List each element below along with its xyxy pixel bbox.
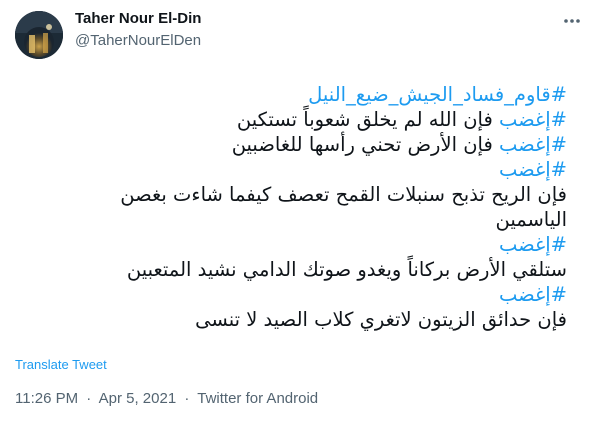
tweet-line: #قاوم_فساد_الجيش_ضيع_النيل: [22, 82, 567, 107]
hashtag-link[interactable]: #إغضب: [499, 283, 567, 306]
avatar[interactable]: [15, 11, 63, 59]
hashtag-link[interactable]: #إغضب: [499, 133, 567, 156]
hashtag-link[interactable]: #قاوم_فساد_الجيش_ضيع_النيل: [308, 83, 567, 106]
tweet-line-text: فإن الأرض تحني رأسها للغاضبين: [231, 133, 499, 156]
tweet-line-text: فإن الريح تذبح سنبلات القمح تعصف كيفما ش…: [120, 183, 567, 206]
tweet-line: فإن حدائق الزيتون لاتغري كلاب الصيد لا ت…: [22, 307, 567, 332]
hashtag-link[interactable]: #إغضب: [499, 108, 567, 131]
translate-tweet-link[interactable]: Translate Tweet: [15, 357, 107, 372]
tweet-line: ستلقي الأرض بركاناً ويغدو صوتك الدامي نش…: [22, 257, 567, 282]
meta-separator: ·: [184, 390, 190, 407]
meta-separator: ·: [86, 390, 92, 407]
tweet-line: #إغضب فإن الأرض تحني رأسها للغاضبين: [22, 132, 567, 157]
tweet-text: #قاوم_فساد_الجيش_ضيع_النيل #إغضب فإن الل…: [22, 82, 567, 332]
tweet-line-text: الياسمين: [495, 208, 567, 231]
tweet-line: فإن الريح تذبح سنبلات القمح تعصف كيفما ش…: [22, 182, 567, 207]
tweet-card: Taher Nour El-Din @TaherNourElDen #قاوم_…: [0, 0, 591, 421]
author-name[interactable]: Taher Nour El-Din: [75, 10, 201, 27]
tweet-line-text: ستلقي الأرض بركاناً ويغدو صوتك الدامي نش…: [126, 258, 567, 281]
tweet-line-text: فإن حدائق الزيتون لاتغري كلاب الصيد لا ت…: [195, 308, 567, 331]
avatar-photo-icon: [15, 11, 63, 59]
tweet-line: #إغضب: [22, 157, 567, 182]
hashtag-link[interactable]: #إغضب: [499, 233, 567, 256]
tweet-line: #إغضب: [22, 232, 567, 257]
tweet-meta: 11:26 PM · Apr 5, 2021 · Twitter for And…: [15, 390, 318, 407]
tweet-line: #إغضب: [22, 282, 567, 307]
more-horizontal-icon[interactable]: [561, 12, 583, 30]
tweet-time[interactable]: 11:26 PM: [15, 390, 78, 407]
hashtag-link[interactable]: #إغضب: [499, 158, 567, 181]
tweet-source[interactable]: Twitter for Android: [197, 390, 318, 407]
tweet-date[interactable]: Apr 5, 2021: [99, 390, 177, 407]
author-handle[interactable]: @TaherNourElDen: [75, 32, 201, 49]
tweet-line: الياسمين: [22, 207, 567, 232]
tweet-line: #إغضب فإن الله لم يخلق شعوباً تستكين: [22, 107, 567, 132]
tweet-line-text: فإن الله لم يخلق شعوباً تستكين: [236, 108, 499, 131]
